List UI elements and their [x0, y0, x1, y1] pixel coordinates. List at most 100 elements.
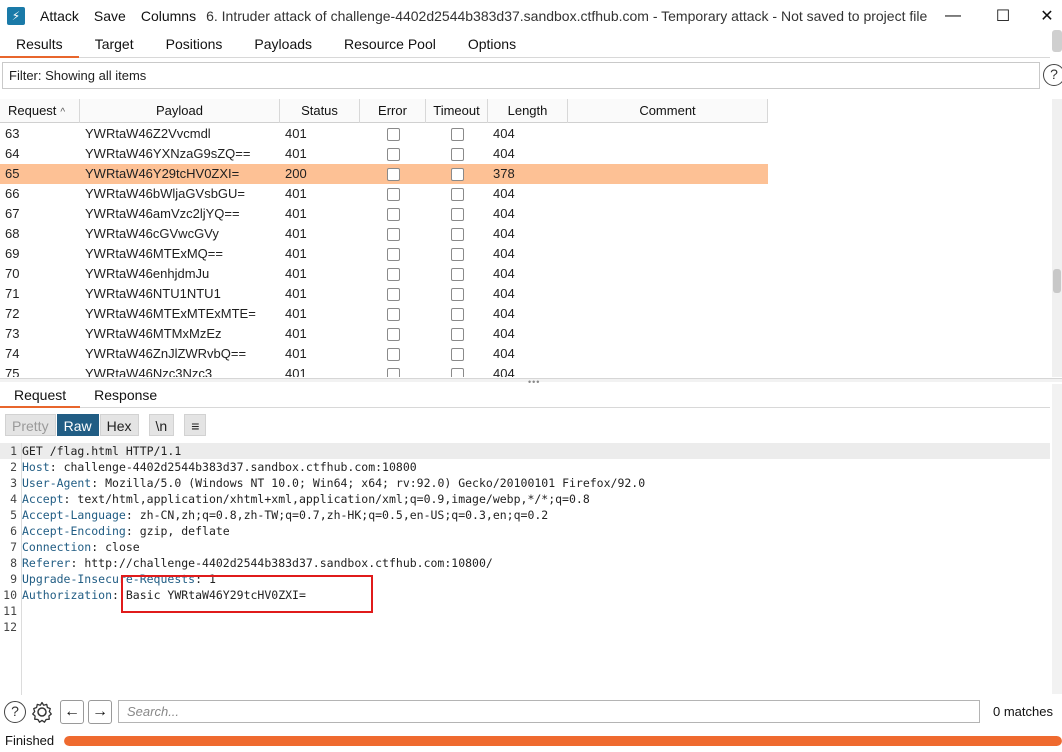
help-icon-bottom[interactable]: ?	[4, 701, 26, 723]
filter-bar[interactable]: Filter: Showing all items	[2, 62, 1040, 89]
editor-line[interactable]: 7 Connection: close	[0, 539, 1050, 555]
close-icon[interactable]: ✕	[1024, 0, 1062, 32]
checkbox	[386, 327, 400, 341]
checkbox	[450, 227, 464, 241]
table-row[interactable]: 71 YWRtaW46NTU1NTU1 401 404	[0, 284, 768, 304]
request-cell: 64	[5, 146, 20, 161]
line-code: Referer: http://challenge-4402d2544b383d…	[20, 555, 493, 571]
table-row[interactable]: 74 YWRtaW46ZnJlZWRvbQ== 401 404	[0, 344, 768, 364]
minimize-icon[interactable]: —	[930, 0, 976, 32]
editor-scrollbar[interactable]	[1052, 384, 1062, 694]
header-key: Connection	[22, 540, 92, 554]
error-checkbox	[360, 324, 426, 344]
pretty-button[interactable]: Pretty	[5, 414, 56, 436]
payload-cell: YWRtaW46MTExMQ==	[85, 246, 223, 261]
newline-toggle-button[interactable]: \n	[148, 414, 175, 436]
tab-positions[interactable]: Positions	[150, 32, 239, 58]
checkbox	[450, 327, 464, 341]
table-row[interactable]: 65 YWRtaW46Y29tcHV0ZXI= 200 378	[0, 164, 768, 184]
line-number: 1	[10, 444, 17, 458]
tab-payloads[interactable]: Payloads	[238, 32, 328, 58]
column-timeout[interactable]: Timeout	[426, 99, 488, 123]
tab-resource-pool[interactable]: Resource Pool	[328, 32, 452, 58]
length-cell: 404	[493, 306, 515, 321]
column-comment[interactable]: Comment	[568, 99, 768, 123]
column-request[interactable]: Request ^	[0, 99, 80, 123]
search-input[interactable]	[118, 700, 980, 723]
tab-results[interactable]: Results	[0, 32, 79, 58]
editor-line[interactable]: 2 Host: challenge-4402d2544b383d37.sandbo…	[0, 459, 1050, 475]
status-text: Finished	[5, 733, 55, 748]
menu-columns[interactable]: Columns	[141, 8, 196, 24]
error-checkbox	[360, 304, 426, 324]
table-row[interactable]: 73 YWRtaW46MTMxMzEz 401 404	[0, 324, 768, 344]
table-row[interactable]: 67 YWRtaW46amVzc2ljYQ== 401 404	[0, 204, 768, 224]
column-length[interactable]: Length	[488, 99, 568, 123]
table-row[interactable]: 68 YWRtaW46cGVwcGVy 401 404	[0, 224, 768, 244]
tab-target[interactable]: Target	[79, 32, 150, 58]
editor-line[interactable]: 8 Referer: http://challenge-4402d2544b383…	[0, 555, 1050, 571]
error-checkbox	[360, 344, 426, 364]
checkbox	[386, 347, 400, 361]
sort-ascending-icon: ^	[60, 107, 66, 118]
payload-cell: YWRtaW46Y29tcHV0ZXI=	[85, 166, 240, 181]
length-cell: 404	[493, 266, 515, 281]
help-icon[interactable]: ?	[1043, 64, 1062, 86]
editor-line[interactable]: 5 Accept-Language: zh-CN,zh;q=0.8,zh-TW;q…	[0, 507, 1050, 523]
hex-button[interactable]: Hex	[99, 414, 139, 436]
editor-line[interactable]: 4 Accept: text/html,application/xhtml+xml…	[0, 491, 1050, 507]
format-toolbar: Pretty Raw Hex \n ≡	[5, 414, 207, 436]
editor-line[interactable]: 6 Accept-Encoding: gzip, deflate	[0, 523, 1050, 539]
comment-cell	[568, 344, 768, 364]
line-code: GET /flag.html HTTP/1.1	[20, 443, 181, 459]
menu-save[interactable]: Save	[94, 8, 126, 24]
header-key: Host	[22, 460, 50, 474]
payload-cell: YWRtaW46cGVwcGVy	[85, 226, 219, 241]
comment-cell	[568, 204, 768, 224]
tab-response[interactable]: Response	[80, 384, 171, 408]
table-row[interactable]: 69 YWRtaW46MTExMQ== 401 404	[0, 244, 768, 264]
table-scroll-thumb[interactable]	[1053, 269, 1061, 293]
error-checkbox	[360, 184, 426, 204]
editor-line[interactable]: 1 GET /flag.html HTTP/1.1	[0, 443, 1050, 459]
column-status[interactable]: Status	[280, 99, 360, 123]
next-match-button[interactable]: →	[88, 700, 112, 724]
comment-cell	[568, 244, 768, 264]
header-key: Accept	[22, 492, 64, 506]
editor-line[interactable]: 12	[0, 619, 1050, 635]
header-key: Accept-Language	[22, 508, 126, 522]
comment-cell	[568, 124, 768, 144]
length-cell: 404	[493, 326, 515, 341]
table-row[interactable]: 72 YWRtaW46MTExMTExMTE= 401 404	[0, 304, 768, 324]
menu-attack[interactable]: Attack	[40, 8, 79, 24]
gear-icon[interactable]	[30, 700, 54, 724]
header-colon: :	[49, 460, 57, 474]
table-row[interactable]: 66 YWRtaW46bWljaGVsbGU= 401 404	[0, 184, 768, 204]
authorization-highlight-box	[121, 575, 373, 613]
table-row[interactable]: 64 YWRtaW46YXNzaG9sZQ== 401 404	[0, 144, 768, 164]
previous-match-button[interactable]: ←	[60, 700, 84, 724]
checkbox	[386, 127, 400, 141]
request-editor[interactable]: 1 GET /flag.html HTTP/1.1 2 Host: challenge…	[0, 443, 1050, 695]
timeout-checkbox	[426, 244, 488, 264]
editor-line[interactable]: 3 User-Agent: Mozilla/5.0 (Windows NT 10.…	[0, 475, 1050, 491]
comment-cell	[568, 304, 768, 324]
column-error[interactable]: Error	[360, 99, 426, 123]
status-cell: 401	[285, 126, 307, 141]
checkbox	[386, 307, 400, 321]
table-row[interactable]: 75 YWRtaW46Nzc3Nzc3 401 404	[0, 364, 768, 377]
column-payload[interactable]: Payload	[80, 99, 280, 123]
tab-request[interactable]: Request	[0, 384, 81, 408]
window-scrollbar[interactable]	[1052, 30, 1062, 52]
length-cell: 404	[493, 206, 515, 221]
raw-button[interactable]: Raw	[56, 414, 99, 436]
table-row[interactable]: 63 YWRtaW46Z2Vvcmdl 401 404	[0, 124, 768, 144]
maximize-icon[interactable]: ☐	[980, 0, 1026, 32]
table-row[interactable]: 70 YWRtaW46enhjdmJu 401 404	[0, 264, 768, 284]
hamburger-menu-icon[interactable]: ≡	[184, 414, 207, 436]
tab-options[interactable]: Options	[452, 32, 532, 58]
table-scrollbar[interactable]	[1052, 99, 1062, 377]
request-cell: 68	[5, 226, 20, 241]
timeout-checkbox	[426, 304, 488, 324]
length-cell: 404	[493, 346, 515, 361]
